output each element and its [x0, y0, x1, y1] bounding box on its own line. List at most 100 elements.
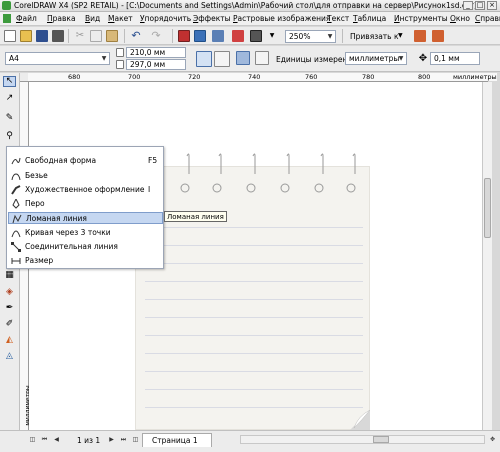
menu-tools[interactable]: Инструменты — [394, 14, 448, 23]
ruled-line — [145, 353, 363, 354]
zoom-tool-icon[interactable]: ⚲ — [3, 131, 16, 142]
ruled-line — [145, 389, 363, 390]
chevron-down-icon[interactable]: ▼ — [398, 32, 403, 39]
maximize-button[interactable]: □ — [475, 1, 485, 10]
menu-view[interactable]: Вид — [85, 14, 100, 23]
shape-tool-icon[interactable]: ↗ — [3, 93, 16, 104]
landscape-icon[interactable] — [214, 51, 230, 67]
all-pages-icon[interactable] — [236, 51, 250, 65]
ring-icon — [246, 153, 256, 193]
eyedropper-icon[interactable]: ✒ — [3, 303, 16, 314]
menu-edit[interactable]: Правка — [47, 14, 76, 23]
vertical-scrollbar[interactable] — [482, 82, 492, 430]
navigator-icon[interactable]: ✥ — [488, 435, 497, 444]
next-page-icon[interactable]: ▶ — [107, 435, 116, 444]
units-combo[interactable]: миллиметры ▼ — [345, 52, 407, 65]
corel-online-icon[interactable] — [232, 30, 244, 42]
page-navigator: ◫ ⏮ ◀ 1 из 1 ▶ ⏭ ◫ Страница 1 ✥ — [0, 430, 500, 452]
export-icon[interactable] — [194, 30, 206, 42]
flyout-item-connector[interactable]: Соединительная линия — [8, 241, 163, 253]
flyout-item-polyline[interactable]: Ломаная линия — [8, 212, 163, 224]
outline-tool-icon[interactable]: ✐ — [3, 319, 16, 330]
page-add-icon[interactable]: ◫ — [131, 435, 140, 444]
flyout-item-dimension[interactable]: Размер — [8, 255, 163, 267]
dimension-icon — [11, 256, 21, 266]
save-icon[interactable] — [36, 30, 48, 42]
page-height-input[interactable]: 297,0 мм — [126, 59, 186, 70]
menu-arrange[interactable]: Упорядочить — [140, 14, 191, 23]
pick-tool-icon[interactable]: ↖ — [3, 76, 16, 87]
options-icon[interactable] — [414, 30, 426, 42]
flyout-item-shortcut: F5 — [148, 156, 158, 165]
paper-size-value: A4 — [9, 54, 19, 63]
redo-icon[interactable]: ↷ — [150, 30, 162, 42]
connector-icon — [11, 242, 21, 252]
close-button[interactable]: × — [487, 1, 497, 10]
previous-page-icon[interactable]: ◀ — [52, 435, 61, 444]
application-launcher-icon[interactable] — [212, 30, 224, 42]
print-icon[interactable] — [52, 30, 64, 42]
horizontal-scrollbar[interactable] — [240, 435, 485, 444]
fill-tool-icon[interactable]: ◭ — [3, 335, 16, 346]
ruler-label: 800 — [418, 73, 431, 81]
menu-text[interactable]: Текст — [327, 14, 349, 23]
flyout-item-freehand[interactable]: Свободная форма F5 — [8, 155, 163, 167]
menu-bitmaps[interactable]: Растровые изображения — [233, 14, 330, 23]
flyout-item-artistic-media[interactable]: Художественное оформление I — [8, 184, 163, 196]
page-width-input[interactable]: 210,0 мм — [126, 47, 186, 58]
option-icon[interactable] — [432, 30, 444, 42]
ruled-line — [145, 371, 363, 372]
flyout-item-label: Соединительная линия — [25, 242, 118, 251]
page-add-icon[interactable]: ◫ — [28, 435, 37, 444]
welcome-screen-icon[interactable] — [250, 30, 262, 42]
crop-tool-icon[interactable]: ✎ — [3, 113, 16, 124]
width-icon — [116, 48, 124, 57]
flyout-item-pen[interactable]: Перо — [8, 197, 163, 210]
cut-icon[interactable]: ✂ — [74, 30, 86, 42]
zoom-combo[interactable]: 250% ▼ — [285, 30, 336, 43]
table-tool-icon[interactable]: ▦ — [3, 270, 16, 281]
page-tab[interactable]: Страница 1 — [142, 433, 212, 447]
ruler-unit: миллиметры — [453, 73, 497, 81]
page-height-value: 297,0 мм — [130, 60, 166, 69]
chevron-down-icon: ▼ — [327, 33, 333, 40]
chevron-down-icon[interactable]: ▼ — [266, 30, 278, 42]
scroll-thumb[interactable] — [373, 436, 389, 443]
menu-window[interactable]: Окно — [450, 14, 470, 23]
interactive-fill-icon[interactable]: ◬ — [3, 351, 16, 362]
menu-layout[interactable]: Макет — [108, 14, 133, 23]
horizontal-ruler[interactable]: 680 700 720 740 760 780 800 миллиметры — [28, 73, 497, 82]
paper-size-combo[interactable]: A4 ▼ — [5, 52, 110, 65]
open-icon[interactable] — [20, 30, 32, 42]
minimize-button[interactable]: _ — [463, 1, 473, 10]
new-document-icon[interactable] — [4, 30, 16, 42]
height-icon — [116, 60, 124, 69]
tooltip: Ломаная линия — [164, 211, 227, 222]
interactive-blend-icon[interactable]: ◈ — [3, 287, 16, 298]
last-page-icon[interactable]: ⏭ — [119, 435, 128, 444]
ruler-label: 700 — [128, 73, 141, 81]
copy-icon[interactable] — [90, 30, 102, 42]
paste-icon[interactable] — [106, 30, 118, 42]
ring-icon — [180, 153, 190, 193]
portrait-icon[interactable] — [196, 51, 212, 67]
undo-icon[interactable]: ↶ — [130, 30, 142, 42]
ruler-label: 740 — [248, 73, 261, 81]
standard-toolbar: ✂ ↶ ↷ ▼ 250% ▼ Привязать к ▼ — [0, 27, 500, 45]
menu-effects[interactable]: Эффекты — [193, 14, 231, 23]
current-page-icon[interactable] — [255, 51, 269, 65]
page-width-value: 210,0 мм — [130, 48, 166, 57]
menu-help[interactable]: Справка — [475, 14, 500, 23]
import-icon[interactable] — [178, 30, 190, 42]
flyout-item-label: Безье — [25, 171, 48, 180]
menu-file[interactable]: Файл — [16, 14, 37, 23]
snap-to-button[interactable]: Привязать к — [350, 32, 399, 41]
nudge-input[interactable]: 0,1 мм — [430, 52, 480, 65]
menu-table[interactable]: Таблица — [353, 14, 386, 23]
scroll-thumb[interactable] — [484, 178, 491, 238]
polyline-icon — [12, 214, 22, 224]
first-page-icon[interactable]: ⏮ — [40, 435, 49, 444]
flyout-item-three-point-curve[interactable]: Кривая через 3 точки — [8, 227, 163, 239]
notebook-page[interactable] — [135, 166, 370, 430]
flyout-item-bezier[interactable]: Безье — [8, 170, 163, 182]
